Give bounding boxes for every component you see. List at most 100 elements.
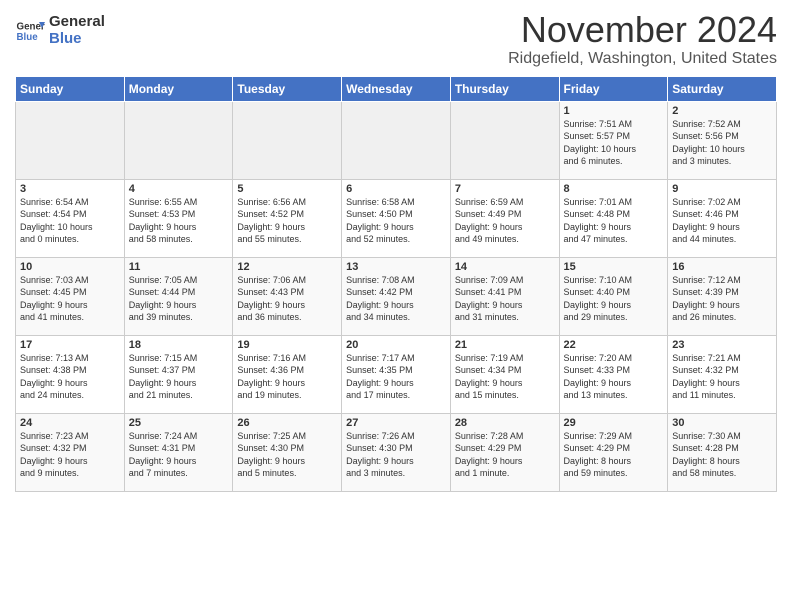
calendar-week-row: 17Sunrise: 7:13 AM Sunset: 4:38 PM Dayli…	[16, 335, 777, 413]
calendar-cell: 6Sunrise: 6:58 AM Sunset: 4:50 PM Daylig…	[342, 179, 451, 257]
day-number: 9	[672, 183, 772, 195]
day-number: 3	[20, 183, 120, 195]
day-info: Sunrise: 7:29 AM Sunset: 4:29 PM Dayligh…	[564, 430, 664, 480]
title-area: November 2024 Ridgefield, Washington, Un…	[508, 10, 777, 68]
calendar-week-row: 1Sunrise: 7:51 AM Sunset: 5:57 PM Daylig…	[16, 101, 777, 179]
day-info: Sunrise: 6:54 AM Sunset: 4:54 PM Dayligh…	[20, 196, 120, 246]
calendar-cell: 1Sunrise: 7:51 AM Sunset: 5:57 PM Daylig…	[559, 101, 668, 179]
svg-text:Blue: Blue	[17, 32, 39, 43]
day-number: 4	[129, 183, 229, 195]
day-info: Sunrise: 7:51 AM Sunset: 5:57 PM Dayligh…	[564, 118, 664, 168]
weekday-header-tuesday: Tuesday	[233, 76, 342, 101]
calendar-cell: 11Sunrise: 7:05 AM Sunset: 4:44 PM Dayli…	[124, 257, 233, 335]
weekday-header-saturday: Saturday	[668, 76, 777, 101]
day-info: Sunrise: 7:52 AM Sunset: 5:56 PM Dayligh…	[672, 118, 772, 168]
day-number: 18	[129, 339, 229, 351]
day-number: 14	[455, 261, 555, 273]
day-info: Sunrise: 7:12 AM Sunset: 4:39 PM Dayligh…	[672, 274, 772, 324]
day-info: Sunrise: 7:16 AM Sunset: 4:36 PM Dayligh…	[237, 352, 337, 402]
calendar-cell: 20Sunrise: 7:17 AM Sunset: 4:35 PM Dayli…	[342, 335, 451, 413]
day-info: Sunrise: 7:05 AM Sunset: 4:44 PM Dayligh…	[129, 274, 229, 324]
day-info: Sunrise: 7:06 AM Sunset: 4:43 PM Dayligh…	[237, 274, 337, 324]
day-info: Sunrise: 7:09 AM Sunset: 4:41 PM Dayligh…	[455, 274, 555, 324]
weekday-header-monday: Monday	[124, 76, 233, 101]
day-number: 11	[129, 261, 229, 273]
day-number: 26	[237, 417, 337, 429]
logo: General Blue General Blue	[15, 14, 105, 47]
calendar-cell: 9Sunrise: 7:02 AM Sunset: 4:46 PM Daylig…	[668, 179, 777, 257]
calendar-cell: 3Sunrise: 6:54 AM Sunset: 4:54 PM Daylig…	[16, 179, 125, 257]
day-info: Sunrise: 7:24 AM Sunset: 4:31 PM Dayligh…	[129, 430, 229, 480]
weekday-header-friday: Friday	[559, 76, 668, 101]
day-info: Sunrise: 7:08 AM Sunset: 4:42 PM Dayligh…	[346, 274, 446, 324]
day-info: Sunrise: 6:58 AM Sunset: 4:50 PM Dayligh…	[346, 196, 446, 246]
location: Ridgefield, Washington, United States	[508, 50, 777, 68]
calendar-cell: 26Sunrise: 7:25 AM Sunset: 4:30 PM Dayli…	[233, 413, 342, 491]
page-container: General Blue General Blue November 2024 …	[0, 0, 792, 497]
day-info: Sunrise: 7:15 AM Sunset: 4:37 PM Dayligh…	[129, 352, 229, 402]
calendar-cell: 17Sunrise: 7:13 AM Sunset: 4:38 PM Dayli…	[16, 335, 125, 413]
calendar-cell: 14Sunrise: 7:09 AM Sunset: 4:41 PM Dayli…	[450, 257, 559, 335]
day-number: 24	[20, 417, 120, 429]
weekday-header-wednesday: Wednesday	[342, 76, 451, 101]
calendar-cell: 4Sunrise: 6:55 AM Sunset: 4:53 PM Daylig…	[124, 179, 233, 257]
calendar-cell	[342, 101, 451, 179]
day-info: Sunrise: 7:01 AM Sunset: 4:48 PM Dayligh…	[564, 196, 664, 246]
calendar-cell	[16, 101, 125, 179]
day-number: 21	[455, 339, 555, 351]
day-number: 10	[20, 261, 120, 273]
calendar-cell: 29Sunrise: 7:29 AM Sunset: 4:29 PM Dayli…	[559, 413, 668, 491]
day-number: 2	[672, 105, 772, 117]
calendar-cell: 27Sunrise: 7:26 AM Sunset: 4:30 PM Dayli…	[342, 413, 451, 491]
calendar-week-row: 3Sunrise: 6:54 AM Sunset: 4:54 PM Daylig…	[16, 179, 777, 257]
calendar-cell: 22Sunrise: 7:20 AM Sunset: 4:33 PM Dayli…	[559, 335, 668, 413]
header: General Blue General Blue November 2024 …	[15, 10, 777, 68]
day-number: 20	[346, 339, 446, 351]
day-info: Sunrise: 7:25 AM Sunset: 4:30 PM Dayligh…	[237, 430, 337, 480]
calendar-cell: 13Sunrise: 7:08 AM Sunset: 4:42 PM Dayli…	[342, 257, 451, 335]
day-info: Sunrise: 7:10 AM Sunset: 4:40 PM Dayligh…	[564, 274, 664, 324]
day-info: Sunrise: 7:17 AM Sunset: 4:35 PM Dayligh…	[346, 352, 446, 402]
calendar-cell: 28Sunrise: 7:28 AM Sunset: 4:29 PM Dayli…	[450, 413, 559, 491]
calendar-cell: 23Sunrise: 7:21 AM Sunset: 4:32 PM Dayli…	[668, 335, 777, 413]
day-info: Sunrise: 6:59 AM Sunset: 4:49 PM Dayligh…	[455, 196, 555, 246]
calendar-cell	[450, 101, 559, 179]
day-info: Sunrise: 6:55 AM Sunset: 4:53 PM Dayligh…	[129, 196, 229, 246]
day-number: 16	[672, 261, 772, 273]
day-number: 1	[564, 105, 664, 117]
day-number: 7	[455, 183, 555, 195]
day-info: Sunrise: 7:03 AM Sunset: 4:45 PM Dayligh…	[20, 274, 120, 324]
day-info: Sunrise: 7:02 AM Sunset: 4:46 PM Dayligh…	[672, 196, 772, 246]
day-number: 13	[346, 261, 446, 273]
calendar-cell: 25Sunrise: 7:24 AM Sunset: 4:31 PM Dayli…	[124, 413, 233, 491]
day-info: Sunrise: 7:28 AM Sunset: 4:29 PM Dayligh…	[455, 430, 555, 480]
day-number: 5	[237, 183, 337, 195]
day-info: Sunrise: 7:26 AM Sunset: 4:30 PM Dayligh…	[346, 430, 446, 480]
day-number: 19	[237, 339, 337, 351]
calendar-cell: 5Sunrise: 6:56 AM Sunset: 4:52 PM Daylig…	[233, 179, 342, 257]
calendar-cell: 19Sunrise: 7:16 AM Sunset: 4:36 PM Dayli…	[233, 335, 342, 413]
weekday-header-sunday: Sunday	[16, 76, 125, 101]
day-info: Sunrise: 7:13 AM Sunset: 4:38 PM Dayligh…	[20, 352, 120, 402]
logo-icon: General Blue	[15, 16, 45, 46]
weekday-header-row: SundayMondayTuesdayWednesdayThursdayFrid…	[16, 76, 777, 101]
day-number: 28	[455, 417, 555, 429]
day-number: 8	[564, 183, 664, 195]
day-info: Sunrise: 7:19 AM Sunset: 4:34 PM Dayligh…	[455, 352, 555, 402]
calendar-cell: 16Sunrise: 7:12 AM Sunset: 4:39 PM Dayli…	[668, 257, 777, 335]
day-info: Sunrise: 7:21 AM Sunset: 4:32 PM Dayligh…	[672, 352, 772, 402]
day-info: Sunrise: 7:20 AM Sunset: 4:33 PM Dayligh…	[564, 352, 664, 402]
calendar-cell: 24Sunrise: 7:23 AM Sunset: 4:32 PM Dayli…	[16, 413, 125, 491]
day-info: Sunrise: 6:56 AM Sunset: 4:52 PM Dayligh…	[237, 196, 337, 246]
day-number: 27	[346, 417, 446, 429]
calendar-cell: 10Sunrise: 7:03 AM Sunset: 4:45 PM Dayli…	[16, 257, 125, 335]
day-number: 23	[672, 339, 772, 351]
day-number: 12	[237, 261, 337, 273]
day-number: 30	[672, 417, 772, 429]
logo-general: General	[49, 14, 105, 31]
calendar-cell: 15Sunrise: 7:10 AM Sunset: 4:40 PM Dayli…	[559, 257, 668, 335]
calendar-cell: 8Sunrise: 7:01 AM Sunset: 4:48 PM Daylig…	[559, 179, 668, 257]
calendar-cell: 2Sunrise: 7:52 AM Sunset: 5:56 PM Daylig…	[668, 101, 777, 179]
calendar-table: SundayMondayTuesdayWednesdayThursdayFrid…	[15, 76, 777, 492]
calendar-cell: 21Sunrise: 7:19 AM Sunset: 4:34 PM Dayli…	[450, 335, 559, 413]
